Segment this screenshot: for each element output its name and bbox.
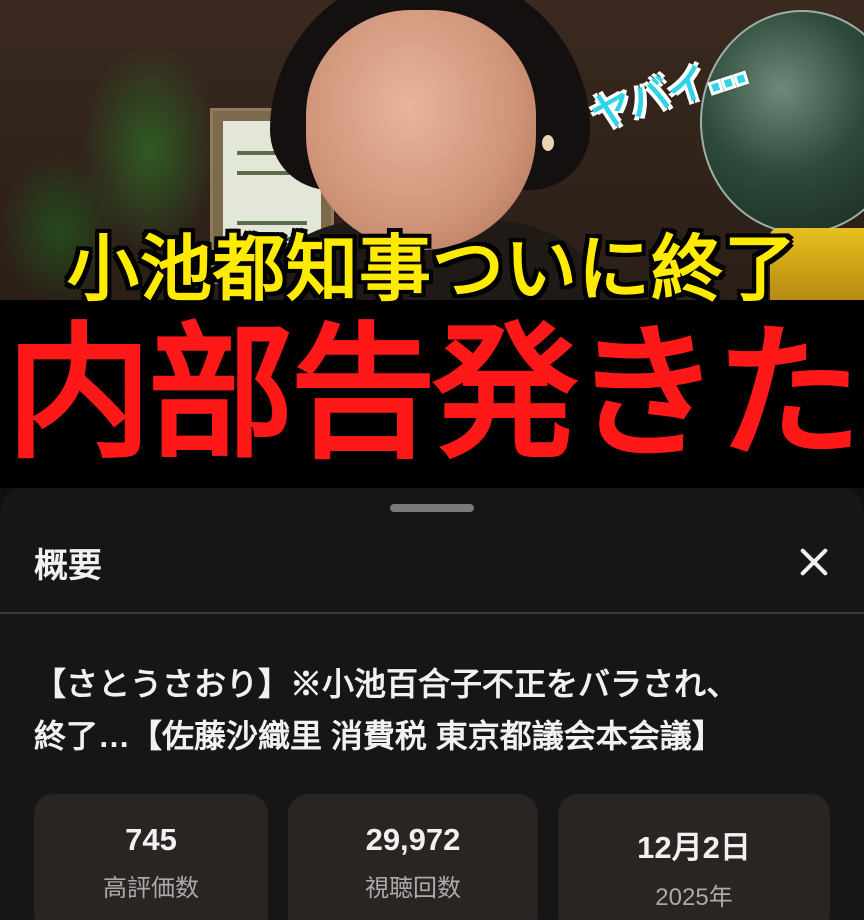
- stat-views[interactable]: 29,972 視聴回数: [288, 794, 538, 920]
- stat-label: 2025年: [655, 884, 733, 911]
- stat-label: 高評価数: [103, 875, 199, 902]
- stat-value: 745: [125, 822, 177, 857]
- video-title: 【さとうさおり】※小池百合子不正をバラされ、 終了…【佐藤沙織里 消費税 東京都…: [34, 658, 834, 762]
- stat-value: 12月2日: [637, 830, 751, 865]
- stats-row: 745 高評価数 29,972 視聴回数 12月2日 2025年: [0, 794, 864, 920]
- headline-main: 内部告発きた: [6, 308, 862, 479]
- stat-date[interactable]: 12月2日 2025年: [558, 794, 830, 920]
- divider: [0, 612, 864, 614]
- video-thumbnail[interactable]: ヤバイ… 小池都知事ついに終了 内部告発きた: [0, 0, 864, 488]
- close-icon[interactable]: [790, 538, 838, 586]
- stat-likes[interactable]: 745 高評価数: [34, 794, 268, 920]
- stat-label: 視聴回数: [365, 875, 461, 902]
- drag-handle[interactable]: [390, 504, 474, 512]
- stat-value: 29,972: [365, 822, 461, 857]
- video-title-line-1: 【さとうさおり】※小池百合子不正をバラされ、: [34, 666, 739, 702]
- video-title-line-2: 終了…【佐藤沙織里 消費税 東京都議会本会議】: [34, 718, 724, 754]
- sheet-title: 概要: [34, 547, 102, 585]
- description-sheet: 概要 【さとうさおり】※小池百合子不正をバラされ、 終了…【佐藤沙織里 消費税 …: [0, 488, 864, 920]
